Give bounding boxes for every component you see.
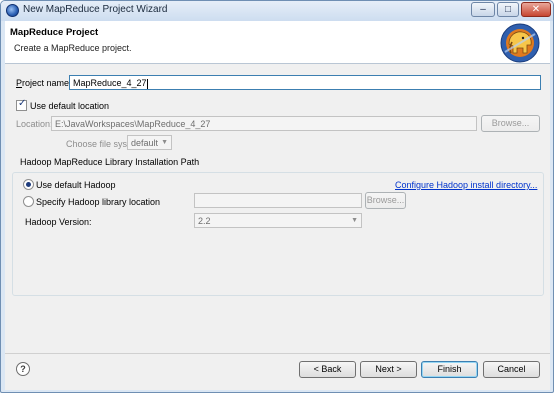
window-title: New MapReduce Project Wizard [23, 4, 168, 15]
project-name-label-text: roject name: [22, 78, 72, 88]
hadoop-version-label: Hadoop Version: [25, 217, 92, 227]
hadoop-version-value: 2.2 [198, 216, 211, 226]
file-system-value: default [131, 138, 159, 148]
project-name-value: MapReduce_4_27 [73, 78, 147, 88]
close-button[interactable]: ✕ [521, 2, 551, 17]
project-name-input[interactable]: MapReduce_4_27 [69, 75, 541, 90]
hadoop-group-title: Hadoop MapReduce Library Installation Pa… [19, 157, 201, 167]
project-name-label: Project name: [16, 78, 72, 88]
wizard-content: Project name: MapReduce_4_27 ✓ Use defau… [5, 64, 550, 354]
page-title: MapReduce Project [10, 27, 99, 38]
radio-selected-dot [26, 182, 31, 187]
location-browse-button[interactable]: Browse... [481, 115, 540, 132]
cancel-button[interactable]: Cancel [483, 361, 540, 378]
checkmark-icon: ✓ [18, 98, 27, 109]
file-system-select[interactable]: default ▼ [127, 135, 172, 150]
back-button[interactable]: < Back [299, 361, 356, 378]
chevron-down-icon: ▼ [161, 139, 168, 146]
wizard-footer: ? < Back Next > Finish Cancel [5, 354, 550, 390]
configure-hadoop-link[interactable]: Configure Hadoop install directory... [395, 180, 537, 190]
hadoop-elephant-icon [500, 23, 540, 63]
hadoop-library-group [12, 172, 544, 296]
wizard-header: MapReduce Project Create a MapReduce pro… [5, 21, 550, 64]
minimize-button[interactable]: – [471, 2, 495, 17]
location-input[interactable]: E:\JavaWorkspaces\MapReduce_4_27 [51, 116, 477, 131]
text-caret [146, 78, 148, 89]
location-label: Location: [16, 119, 53, 129]
wizard-window: New MapReduce Project Wizard – □ ✕ MapRe… [0, 0, 554, 393]
hadoop-location-input[interactable] [194, 193, 362, 208]
use-default-location-label: Use default location [30, 101, 110, 111]
specify-hadoop-location-radio[interactable] [23, 196, 34, 207]
maximize-button[interactable]: □ [497, 2, 519, 17]
page-description: Create a MapReduce project. [14, 43, 132, 53]
title-bar[interactable]: New MapReduce Project Wizard – □ ✕ [1, 1, 553, 21]
use-default-location-checkbox[interactable]: ✓ [16, 98, 27, 111]
hadoop-version-select[interactable]: 2.2 ▼ [194, 213, 362, 228]
hadoop-browse-button[interactable]: Browse... [365, 192, 406, 209]
finish-button[interactable]: Finish [421, 361, 478, 378]
use-default-hadoop-label: Use default Hadoop [36, 180, 116, 190]
next-button[interactable]: Next > [360, 361, 417, 378]
help-icon[interactable]: ? [16, 362, 30, 376]
eclipse-app-icon [6, 4, 19, 17]
use-default-hadoop-radio[interactable] [23, 179, 34, 190]
specify-hadoop-location-label: Specify Hadoop library location [36, 197, 161, 207]
chevron-down-icon: ▼ [351, 217, 358, 224]
